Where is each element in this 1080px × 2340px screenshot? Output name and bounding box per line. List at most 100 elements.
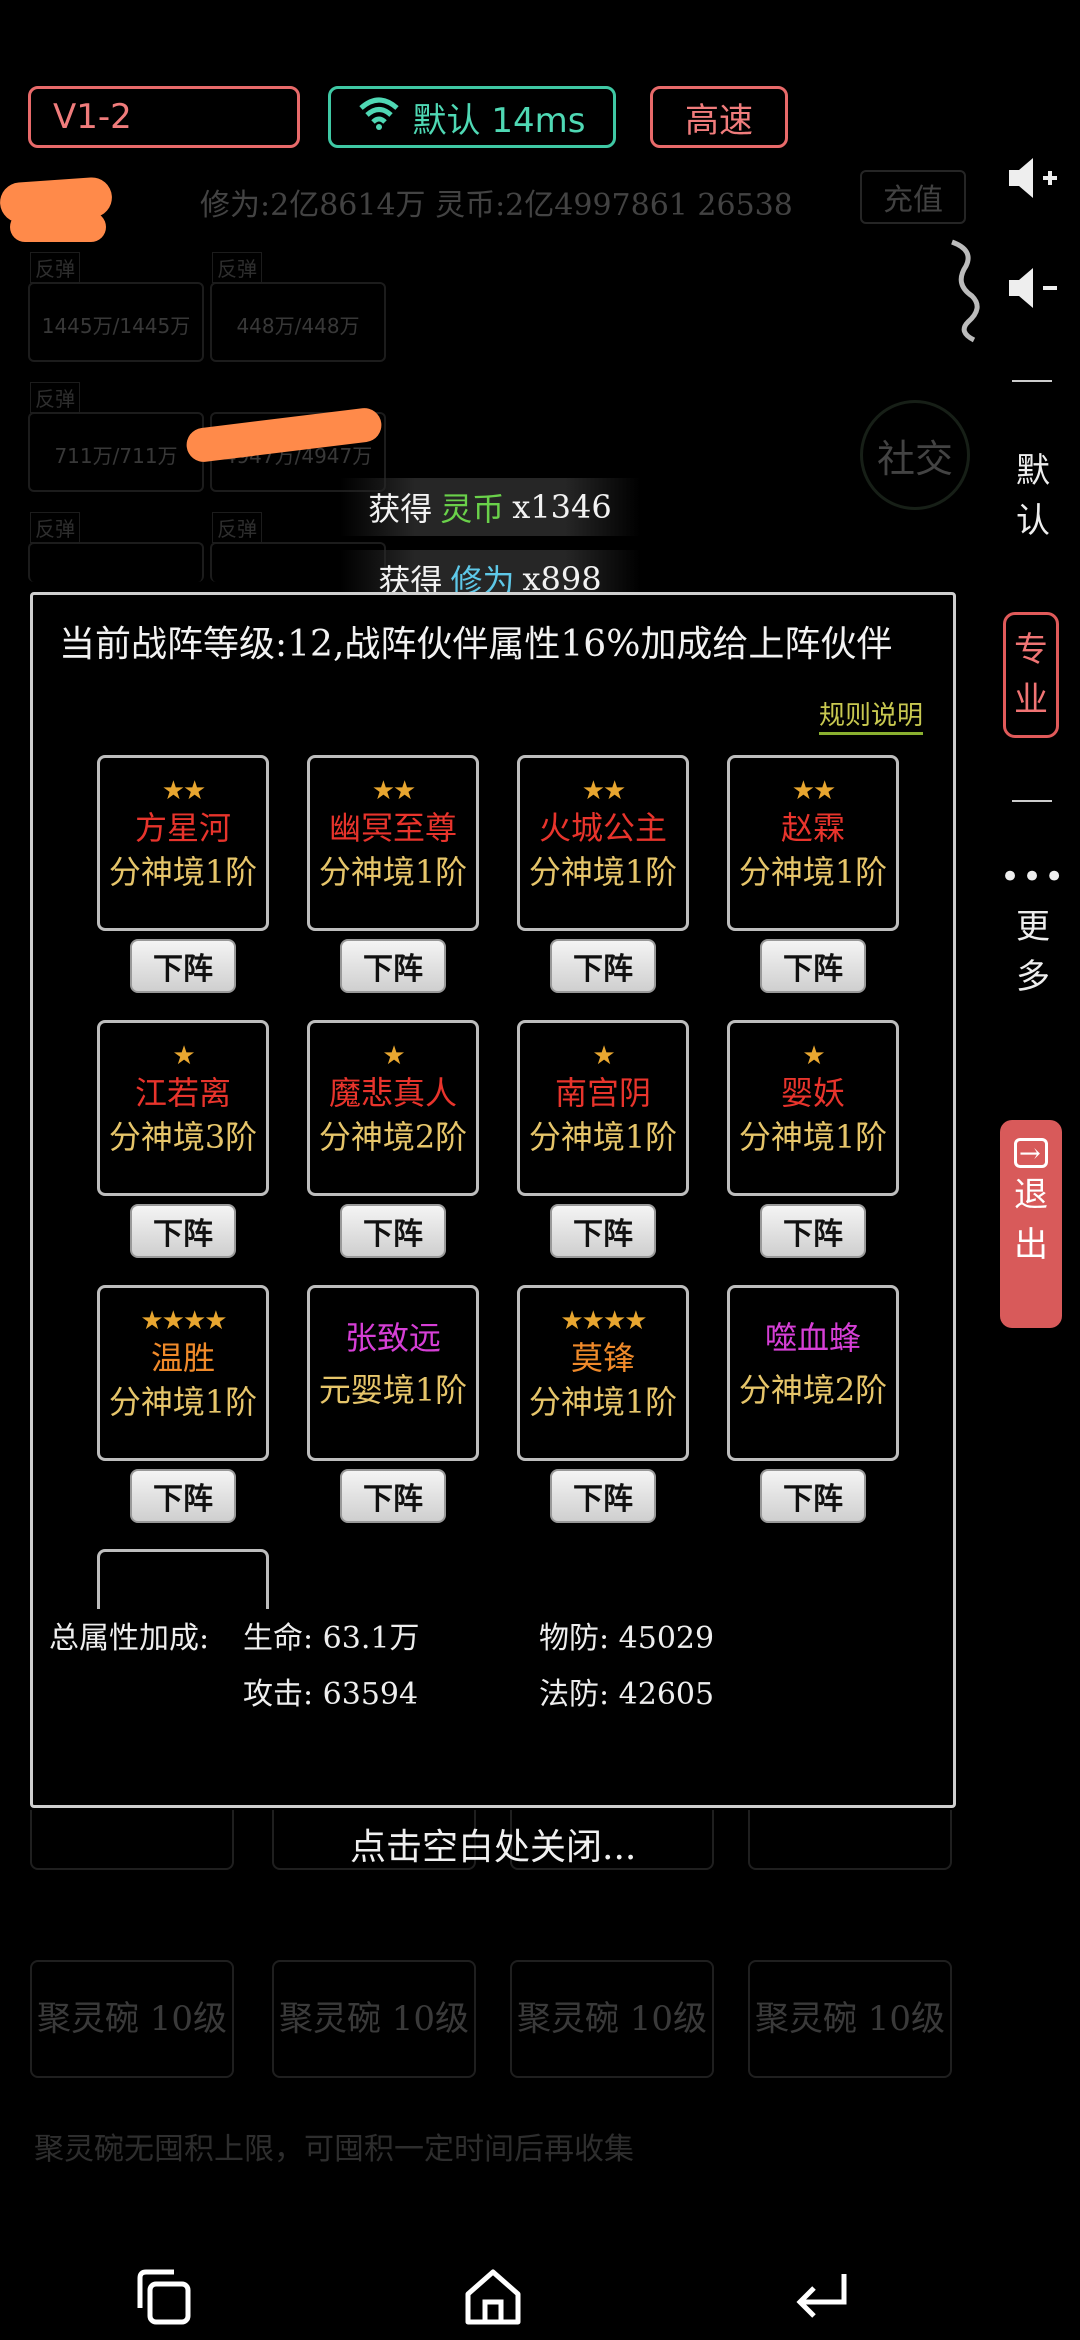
partner-realm: 分神境3阶 [108,1118,258,1156]
gather-hint: 聚灵碗无囤积上限，可囤积一定时间后再收集 [34,2132,634,2167]
volume-down-button[interactable] [1000,266,1066,314]
partner-slot[interactable]: ★ 婴妖 分神境1阶 [727,1020,899,1196]
more-button[interactable]: ••• 更多 [1000,857,1067,1002]
recents-icon [137,2269,191,2325]
star-rating-icon: ★ [802,1041,825,1071]
partner-name: 火城公主 [538,809,667,847]
star-rating-icon: ★ [172,1041,195,1071]
bg-tag: 反弹 [30,382,80,413]
partner-realm: 分神境1阶 [528,853,678,891]
total-hp: 生命: 63.1万 [243,1621,420,1656]
default-mode-button[interactable]: 默认 [1000,446,1066,546]
recharge-button[interactable]: 充值 [860,170,966,224]
bg-gather-stub [748,1810,952,1870]
remove-partner-button[interactable]: 下阵 [130,939,236,993]
volume-up-icon [1009,158,1057,198]
partner-slot[interactable]: 噬血蜂分神境2阶 [727,1285,899,1461]
partner-slot[interactable]: ★★ 方星河 分神境1阶 [97,755,269,931]
total-attack: 攻击: 63594 [243,1677,419,1712]
gather-bowl[interactable]: 聚灵碗 10级 [272,1960,476,2078]
partner-realm: 分神境1阶 [108,853,258,891]
empty-partner-slot[interactable] [97,1549,269,1609]
partner-slot[interactable]: ★ 魔悲真人 分神境2阶 [307,1020,479,1196]
divider [1012,800,1052,802]
partner-slot[interactable]: ★★★★ 温胜 分神境1阶 [97,1285,269,1461]
more-label: 更多 [1016,907,1050,997]
partner-slot[interactable]: 张致远元婴境1阶 [307,1285,479,1461]
home-button[interactable] [458,2262,528,2332]
divider [1012,380,1052,382]
more-dots-icon: ••• [1000,857,1067,897]
partner-name: 幽冥至尊 [328,809,457,847]
partner-name: 方星河 [134,809,231,847]
resource-bar: 修为:2亿8614万 灵币:2亿4997861 26538 [200,188,793,223]
remove-partner-button[interactable]: 下阵 [550,1204,656,1258]
partner-name: 莫锋 [570,1339,635,1377]
back-icon [796,2274,847,2318]
rules-link[interactable]: 规则说明 [818,695,923,735]
star-rating-icon: ★★ [371,776,417,806]
default-mode-label: 默认 [1016,451,1050,541]
partner-slot[interactable]: ★ 江若离分神境3阶 [97,1020,269,1196]
partner-realm: 分神境2阶 [318,1118,468,1156]
partner-slot[interactable]: ★★★★ 莫锋 分神境1阶 [517,1285,689,1461]
network-status[interactable]: 默认 14ms [328,86,616,148]
close-hint[interactable]: 点击空白处关闭... [350,1818,636,1870]
gather-bowl[interactable]: 聚灵碗 10级 [30,1960,234,2078]
partner-name: 江若离 [134,1074,231,1112]
pro-mode-label: 专业 [1014,630,1048,720]
version-badge[interactable]: V1-2 [28,86,300,148]
bg-card [28,542,204,582]
remove-partner-button[interactable]: 下阵 [760,1469,866,1523]
remove-partner-button[interactable]: 下阵 [340,1469,446,1523]
partner-realm: 元婴境1阶 [318,1371,468,1409]
partner-slot[interactable]: ★★ 赵霖 分神境1阶 [727,755,899,931]
version-label: V1-2 [53,97,132,137]
back-button[interactable] [786,2262,856,2332]
remove-partner-button[interactable]: 下阵 [760,939,866,993]
speed-button[interactable]: 高速 [650,86,788,148]
dragon-icon [951,239,980,343]
star-rating-icon: ★★★★ [140,1306,227,1336]
pro-mode-button[interactable]: 专业 [1003,612,1059,738]
partner-slot[interactable]: ★★ 火城公主 分神境1阶 [517,755,689,931]
bg-tag: 反弹 [30,512,80,543]
remove-partner-button[interactable]: 下阵 [340,939,446,993]
bg-card: 1445万/1445万 [28,282,204,362]
partner-slot[interactable]: ★ 南宫阴 分神境1阶 [517,1020,689,1196]
redaction-mark [10,212,106,242]
partner-realm: 分神境1阶 [108,1383,258,1421]
remove-partner-button[interactable]: 下阵 [340,1204,446,1258]
partner-name: 婴妖 [780,1074,845,1112]
partner-name: 噬血蜂 [764,1319,861,1357]
reward-toast: 获得 灵币 x1346 [340,478,640,536]
recents-button[interactable] [128,2262,198,2332]
social-button[interactable]: 社交 [860,400,970,510]
bg-tag: 反弹 [212,512,262,543]
gather-bowl[interactable]: 聚灵碗 10级 [748,1960,952,2078]
star-rating-icon: ★★ [791,776,837,806]
dialog-title: 当前战阵等级:12,战阵伙伴属性16%加成给上阵伙伴 [59,624,893,665]
remove-partner-button[interactable]: 下阵 [760,1204,866,1258]
reward-item: 灵币 [440,490,505,528]
total-magic-defense: 法防: 42605 [539,1677,715,1712]
remove-partner-button[interactable]: 下阵 [130,1469,236,1523]
wifi-icon [358,96,399,139]
gather-bowl[interactable]: 聚灵碗 10级 [510,1960,714,2078]
exit-icon [1014,1129,1048,1179]
partner-realm: 分神境1阶 [528,1383,678,1421]
partner-realm: 分神境2阶 [738,1371,888,1409]
exit-button[interactable]: 退出 [1000,1120,1062,1328]
volume-down-icon [1009,268,1057,308]
remove-partner-button[interactable]: 下阵 [550,1469,656,1523]
totals-label: 总属性加成: [49,1621,210,1656]
exit-label: 退出 [1014,1175,1048,1265]
remove-partner-button[interactable]: 下阵 [130,1204,236,1258]
remove-partner-button[interactable]: 下阵 [550,939,656,993]
partner-slot[interactable]: ★★ 幽冥至尊 分神境1阶 [307,755,479,931]
bg-card: 448万/448万 [210,282,386,362]
star-rating-icon: ★ [382,1041,405,1071]
partner-name: 张致远 [344,1319,441,1357]
network-label: 默认 14ms [412,100,586,141]
volume-up-button[interactable] [1000,156,1066,204]
